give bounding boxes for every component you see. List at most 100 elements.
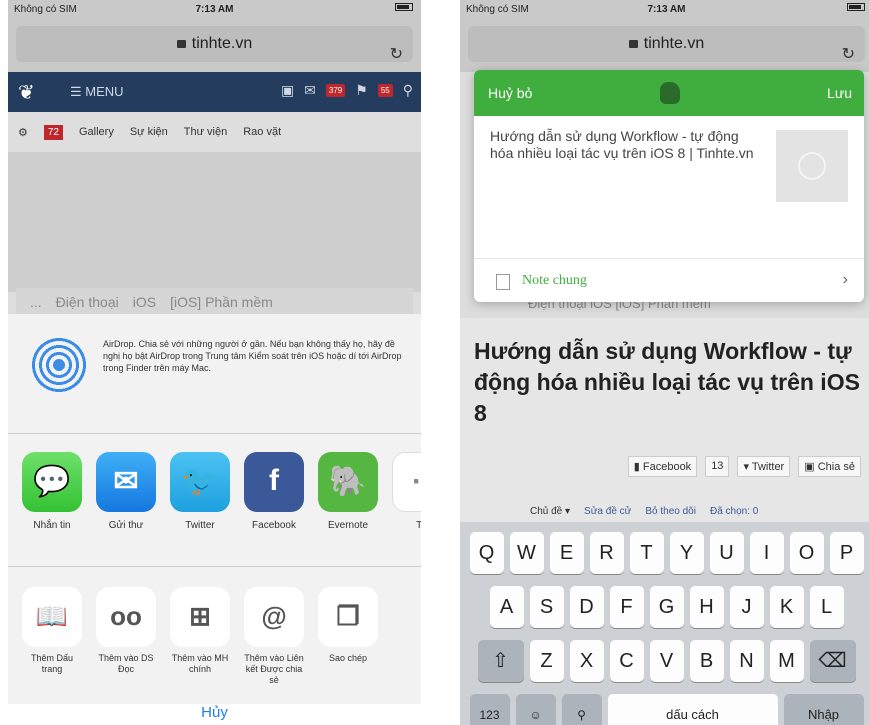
avatar[interactable]: ▣ <box>281 82 294 99</box>
compass-icon <box>798 152 826 180</box>
status-bar: Không có SIM 7:13 AM <box>8 0 421 18</box>
key[interactable]: J <box>729 586 764 628</box>
share-app-messages[interactable]: 💬 Nhắn tin <box>22 452 82 552</box>
action-bookmark[interactable]: 📖 Thêm Dấu trang <box>22 587 82 686</box>
key[interactable]: X <box>569 640 604 682</box>
key[interactable]: R <box>589 532 624 574</box>
key[interactable]: E <box>549 532 584 574</box>
app-label: Evernote <box>327 520 369 531</box>
key[interactable]: G <box>649 586 684 628</box>
action-copy[interactable]: ❐ Sao chép <box>318 587 378 686</box>
key[interactable]: H <box>689 586 724 628</box>
numbers-key[interactable]: 123 <box>469 694 510 725</box>
cancel-button[interactable]: Hủy <box>8 704 421 725</box>
reload-icon[interactable]: ↻ <box>842 44 855 64</box>
search-icon[interactable]: ⚲ <box>403 82 413 99</box>
more-icon: ·· <box>392 452 421 512</box>
action-add-home[interactable]: ⊞ Thêm vào MH chính <box>170 587 230 686</box>
share-app-more[interactable]: ·· Th <box>392 452 421 552</box>
share-sheet: AirDrop. Chia sẻ với những người ở gần. … <box>8 314 421 704</box>
save-button[interactable]: Lưu <box>827 85 852 101</box>
twitter-share-button[interactable]: ▾ Twitter <box>737 456 791 477</box>
edit-nomination-link[interactable]: Sửa đề cử <box>584 506 631 517</box>
note-title-input[interactable]: Hướng dẫn sử dụng Workflow - tự động hóa… <box>490 128 762 162</box>
app-label: Th <box>416 520 421 531</box>
cancel-button[interactable]: Huỷ bỏ <box>488 85 532 101</box>
site-navbar: ❦ ☰ MENU ▣ ✉ 379 ⚑ 55 ⚲ <box>8 72 421 112</box>
evernote-icon <box>660 82 680 104</box>
url-field[interactable]: tinhte.vn <box>16 26 413 62</box>
key[interactable]: P <box>829 532 864 574</box>
key[interactable]: O <box>789 532 824 574</box>
menu-button[interactable]: ☰ MENU <box>70 84 124 100</box>
key[interactable]: F <box>609 586 644 628</box>
key[interactable]: K <box>769 586 804 628</box>
share-apps-row: 💬 Nhắn tin ✉ Gửi thư 🐦 Twitter f Facebook 🐘 E… <box>8 452 421 552</box>
key[interactable]: Q <box>469 532 504 574</box>
key[interactable]: A <box>489 586 524 628</box>
key[interactable]: S <box>529 586 564 628</box>
notebook-selector[interactable]: Note chung › <box>474 258 864 302</box>
key[interactable]: B <box>689 640 724 682</box>
breadcrumb-item[interactable]: Điện thoại <box>56 294 119 310</box>
key[interactable]: N <box>729 640 764 682</box>
subnav-events[interactable]: Sự kiện <box>130 126 168 138</box>
flag-icon[interactable]: ⚑ <box>355 82 368 99</box>
space-key[interactable]: dấu cách <box>607 694 778 725</box>
key[interactable]: M <box>769 640 804 682</box>
subnav-classifieds[interactable]: Rao vặt <box>243 126 281 138</box>
selected-count: Đã chọn: 0 <box>709 506 759 517</box>
url-field[interactable]: tinhte.vn <box>468 26 865 62</box>
action-label: Thêm vào Liên kết Được chia sẻ <box>244 653 304 685</box>
breadcrumb-item[interactable]: ... <box>30 294 42 310</box>
unfollow-link[interactable]: Bỏ theo dõi <box>645 506 696 517</box>
site-logo-icon[interactable]: ❦ <box>18 80 35 105</box>
key[interactable]: U <box>709 532 744 574</box>
emoji-key[interactable]: ☺ <box>515 694 556 725</box>
reload-icon[interactable]: ↻ <box>390 44 403 64</box>
action-label: Thêm Dấu trang <box>30 653 74 674</box>
subnav-library[interactable]: Thư viện <box>184 126 227 138</box>
key[interactable]: D <box>569 586 604 628</box>
action-label: Thêm vào MH chính <box>171 653 229 674</box>
key[interactable]: Z <box>529 640 564 682</box>
key[interactable]: L <box>809 586 844 628</box>
return-key[interactable]: Nhập <box>783 694 864 725</box>
share-app-evernote[interactable]: 🐘 Evernote <box>318 452 378 552</box>
evernote-icon: 🐘 <box>318 452 378 512</box>
status-icons <box>847 3 865 11</box>
mic-key[interactable]: ⚲ <box>561 694 602 725</box>
key[interactable]: Y <box>669 532 704 574</box>
key[interactable]: I <box>749 532 784 574</box>
share-app-mail[interactable]: ✉ Gửi thư <box>96 452 156 552</box>
share-icon: ▣ <box>804 461 815 473</box>
key[interactable]: W <box>509 532 544 574</box>
messages-icon: 💬 <box>22 452 82 512</box>
time-label: 7:13 AM <box>647 4 686 15</box>
subnav-gallery[interactable]: Gallery <box>79 126 114 138</box>
share-button[interactable]: ▣ Chia sẻ <box>798 456 861 477</box>
key[interactable]: T <box>629 532 664 574</box>
action-reading-list[interactable]: oo Thêm vào DS Đọc <box>96 587 156 686</box>
facebook-share-button[interactable]: ▮ Facebook <box>627 456 698 477</box>
keyboard-row: Q W E R T Y U I O P <box>460 532 869 576</box>
facebook-icon: f <box>244 452 304 512</box>
backspace-key[interactable]: ⌫ <box>809 640 856 682</box>
key[interactable]: V <box>649 640 684 682</box>
action-shared-links[interactable]: @ Thêm vào Liên kết Được chia sẻ <box>244 587 304 686</box>
inbox-icon[interactable]: ✉ <box>304 82 316 99</box>
breadcrumb-item[interactable]: iOS <box>133 294 156 310</box>
share-app-facebook[interactable]: f Facebook <box>244 452 304 552</box>
gear-icon[interactable]: ⚙ <box>18 126 28 139</box>
keyboard-row: ⇧ Z X C V B N M ⌫ <box>460 640 869 684</box>
page-content <box>8 152 421 292</box>
share-app-twitter[interactable]: 🐦 Twitter <box>170 452 230 552</box>
topic-dropdown[interactable]: Chủ đề ▾ <box>530 506 570 517</box>
status-bar: Không có SIM 7:13 AM <box>460 0 869 18</box>
address-bar: tinhte.vn ↻ <box>460 18 869 72</box>
left-screen: Không có SIM 7:13 AM tinhte.vn ↻ ❦ ☰ MEN… <box>8 0 421 725</box>
breadcrumb-item[interactable]: [iOS] Phần mềm <box>170 294 273 310</box>
shift-key[interactable]: ⇧ <box>477 640 524 682</box>
key[interactable]: C <box>609 640 644 682</box>
notebook-icon <box>496 274 510 290</box>
